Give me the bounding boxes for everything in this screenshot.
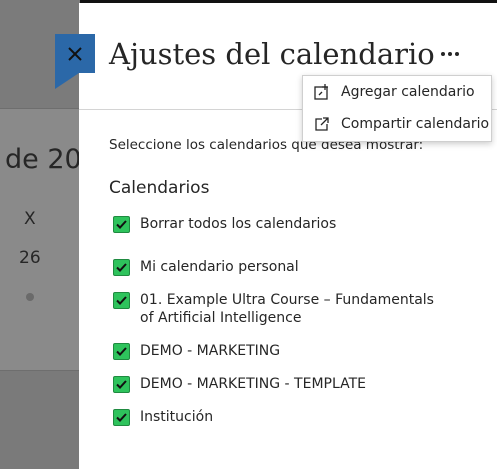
check-icon bbox=[116, 296, 127, 305]
menu-item-label: Agregar calendario bbox=[341, 84, 475, 100]
more-horizontal-icon bbox=[441, 52, 445, 56]
more-horizontal-icon-dot bbox=[448, 52, 452, 56]
checkbox-label: Borrar todos los calendarios bbox=[140, 216, 337, 232]
check-icon bbox=[116, 263, 127, 272]
checkbox-checked[interactable] bbox=[113, 216, 130, 233]
checkbox-ultra-course[interactable]: 01. Example Ultra Course – Fundamentals … bbox=[113, 291, 440, 327]
calendar-settings-panel: Ajustes del calendario Seleccione los ca… bbox=[79, 3, 497, 469]
background-weekday: X bbox=[24, 209, 36, 229]
check-icon bbox=[116, 347, 127, 356]
background-day-number: 26 bbox=[19, 248, 41, 268]
checkbox-label: DEMO - MARKETING - TEMPLATE bbox=[140, 376, 366, 392]
page-title: Ajustes del calendario bbox=[109, 37, 435, 71]
check-icon bbox=[116, 380, 127, 389]
background-event-dot bbox=[26, 293, 34, 301]
checkbox-checked[interactable] bbox=[113, 343, 130, 360]
checkbox-personal-calendar[interactable]: Mi calendario personal bbox=[113, 258, 440, 276]
background-footer bbox=[0, 370, 80, 469]
check-icon bbox=[116, 220, 127, 229]
checkbox-checked[interactable] bbox=[113, 409, 130, 426]
checkbox-checked[interactable] bbox=[113, 376, 130, 393]
checkbox-checked[interactable] bbox=[113, 259, 130, 276]
menu-item-add-calendar[interactable]: Agregar calendario bbox=[313, 81, 475, 103]
checkbox-label: DEMO - MARKETING bbox=[140, 343, 281, 359]
menu-item-share-calendar[interactable]: Compartir calendario bbox=[313, 113, 489, 135]
checkbox-institution[interactable]: Institución bbox=[113, 408, 440, 426]
checkbox-clear-all[interactable]: Borrar todos los calendarios bbox=[113, 215, 440, 233]
close-panel-button[interactable] bbox=[55, 34, 95, 73]
options-menu: Agregar calendario Compartir calendario bbox=[302, 75, 492, 142]
section-title: Calendarios bbox=[109, 178, 210, 198]
add-calendar-icon bbox=[314, 84, 328, 100]
checkbox-demo-marketing[interactable]: DEMO - MARKETING bbox=[113, 342, 440, 360]
menu-item-label: Compartir calendario bbox=[341, 116, 490, 132]
checkbox-label: Mi calendario personal bbox=[140, 259, 299, 275]
share-external-icon bbox=[315, 117, 329, 131]
more-options-button[interactable] bbox=[437, 41, 463, 67]
more-horizontal-icon-dot bbox=[455, 52, 459, 56]
close-button-tab bbox=[55, 73, 79, 89]
checkbox-label: 01. Example Ultra Course – Fundamentals … bbox=[140, 292, 434, 326]
check-icon bbox=[116, 413, 127, 422]
background-year-text: de 20 bbox=[5, 144, 80, 175]
checkbox-checked[interactable] bbox=[113, 292, 130, 309]
close-icon bbox=[68, 46, 82, 61]
checkbox-demo-marketing-template[interactable]: DEMO - MARKETING - TEMPLATE bbox=[113, 375, 440, 393]
checkbox-label: Institución bbox=[140, 409, 214, 425]
